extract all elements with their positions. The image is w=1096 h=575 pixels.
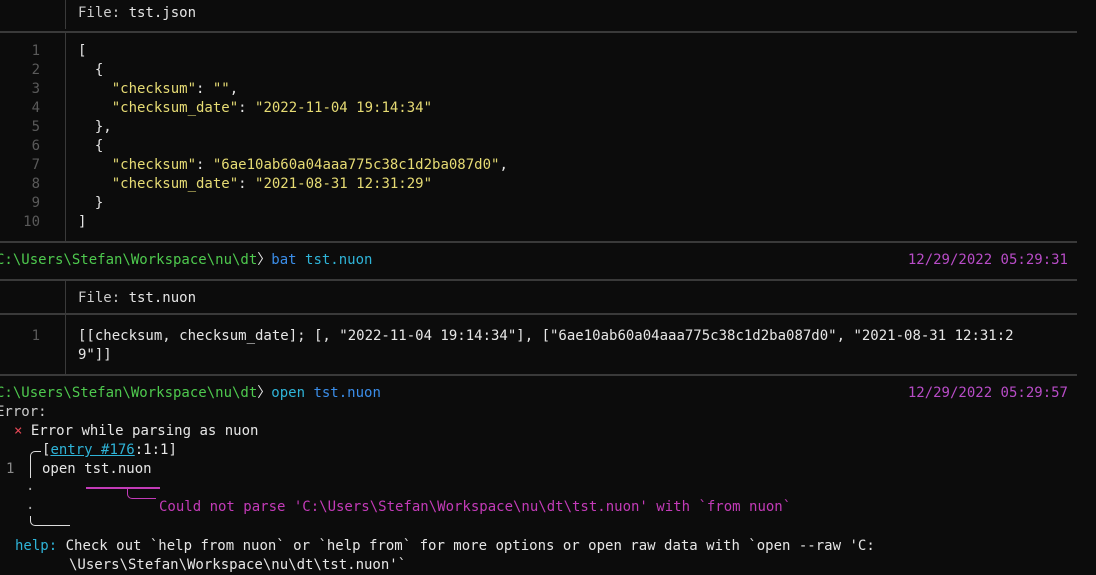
code-line: "checksum": "", (78, 80, 238, 99)
source-box-bottom (30, 516, 70, 526)
prompt-separator: 〉 (257, 252, 272, 268)
command-name: bat (271, 252, 297, 268)
file-header: File: tst.json (78, 5, 197, 21)
line-number: 1 (31, 43, 40, 59)
code-line: { (78, 137, 103, 156)
json-punct: }, (78, 119, 112, 135)
source-box-edge (30, 461, 31, 478)
file-name: tst.nuon (128, 290, 197, 306)
json-punct: , (229, 81, 239, 97)
line-number: 8 (31, 176, 40, 192)
entry-link[interactable]: entry #176 (50, 442, 134, 458)
line-number: 4 (31, 100, 40, 116)
divider-line (0, 313, 1077, 315)
prompt-timestamp: 12/29/2022 05:29:31 (907, 252, 1068, 268)
error-title: Error: (0, 404, 47, 420)
line-number: 5 (31, 119, 40, 135)
gutter-dot: . (26, 478, 35, 494)
json-punct: : (196, 81, 213, 97)
file-header: File: tst.nuon (78, 290, 197, 306)
code-line: } (78, 194, 103, 213)
code-line: }, (78, 118, 112, 137)
json-punct: : (238, 100, 256, 116)
line-number: 2 (31, 62, 40, 78)
source-box-corner (30, 451, 41, 462)
json-string: "checksum" (111, 81, 197, 97)
json-string: "checksum_date" (111, 100, 239, 116)
file-name: tst.json (128, 5, 197, 21)
error-pointer (127, 489, 156, 499)
json-punct: ] (78, 214, 87, 230)
json-string: "checksum_date" (111, 176, 239, 192)
json-punct: { (78, 138, 104, 154)
line-number: 7 (31, 157, 40, 173)
divider-line (0, 374, 1077, 376)
divider-line (0, 31, 1077, 33)
json-string: "2022-11-04 19:14:34" (255, 100, 433, 116)
gutter-divider (65, 0, 66, 29)
gutter-divider (65, 315, 66, 374)
gutter-divider (65, 281, 66, 313)
source-line: open tst.nuon (42, 461, 152, 477)
line-number: 9 (31, 195, 40, 211)
json-punct (78, 176, 112, 192)
json-punct (78, 157, 112, 173)
json-punct (78, 81, 112, 97)
prompt-path: C:\Users\Stefan\Workspace\nu\dt (0, 385, 258, 401)
line-number: 6 (31, 138, 40, 154)
code-line: "checksum": "6ae10ab60a04aaa775c38c1d2ba… (78, 156, 508, 175)
json-punct (78, 100, 112, 116)
code-line: ] (78, 213, 86, 232)
code-line: [ (78, 42, 86, 61)
line-number: 1 (31, 328, 40, 344)
line-number: 3 (31, 81, 40, 97)
json-punct: [ (78, 43, 87, 59)
source-line-number: 1 (6, 461, 15, 477)
gutter-divider (65, 33, 66, 241)
command-arg: tst.nuon (305, 385, 381, 401)
source-location: [entry #176:1:1] (42, 442, 177, 458)
nuon-code-line: [[checksum, checksum_date]; [, "2022-11-… (78, 328, 1014, 344)
prompt-line: C:\Users\Stefan\Workspace\nu\dt〉bat tst.… (0, 251, 1077, 270)
help-text-wrap: \Users\Stefan\Workspace\nu\dt\tst.nuon'` (69, 557, 407, 573)
json-punct: } (78, 195, 104, 211)
json-punct: , (499, 157, 508, 173)
json-string: "2021-08-31 12:31:29" (255, 176, 433, 192)
gutter-dot: . (26, 497, 35, 513)
json-punct: : (238, 176, 256, 192)
json-string: "6ae10ab60a04aaa775c38c1d2ba087d0" (212, 157, 500, 173)
nuon-code-line-wrap: 9"]] (78, 347, 112, 363)
error-label: Could not parse 'C:\Users\Stefan\Workspa… (159, 499, 792, 515)
error-message: × Error while parsing as nuon (14, 423, 259, 439)
command-arg: tst.nuon (296, 252, 373, 268)
prompt-separator: 〉 (257, 385, 272, 401)
divider-line (0, 241, 1077, 243)
code-line: "checksum_date": "2022-11-04 19:14:34" (78, 99, 432, 118)
json-string: "checksum" (111, 157, 197, 173)
json-punct: { (78, 62, 104, 78)
prompt-path: C:\Users\Stefan\Workspace\nu\dt (0, 252, 258, 268)
code-line: "checksum_date": "2021-08-31 12:31:29" (78, 175, 432, 194)
prompt-timestamp: 12/29/2022 05:29:57 (907, 385, 1068, 401)
line-number: 10 (23, 214, 40, 230)
divider-line (0, 279, 1077, 281)
help-key: help: (15, 538, 58, 554)
command-name: open (271, 385, 306, 401)
json-punct: : (196, 157, 213, 173)
prompt-line: C:\Users\Stefan\Workspace\nu\dt〉open tst… (0, 384, 1077, 403)
json-string: "" (212, 81, 230, 97)
help-text: help: Check out `help from nuon` or `hel… (15, 538, 875, 554)
code-line: { (78, 61, 103, 80)
